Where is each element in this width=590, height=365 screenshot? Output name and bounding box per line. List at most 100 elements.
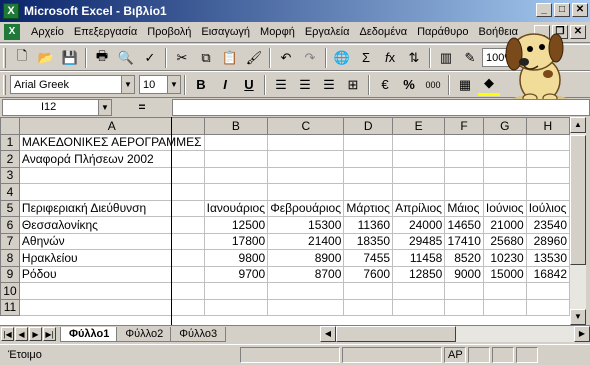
cell-a1[interactable]: ΜΑΚΕΔΟΝΙΚΕΣ ΑΕΡΟΓΡΑΜΜΕΣ [18, 133, 205, 151]
menu-format[interactable]: Μορφή [255, 26, 300, 38]
cell-d4[interactable] [343, 183, 394, 201]
align-left-icon[interactable]: ☰ [270, 74, 292, 96]
cell-g10[interactable] [482, 282, 527, 300]
next-sheet-icon[interactable]: ▶ [29, 327, 42, 341]
menu-data[interactable]: Δεδομένα [355, 26, 413, 38]
cell-d10[interactable] [343, 282, 394, 300]
cell-g8[interactable]: 10230 [482, 249, 527, 267]
scroll-down-icon[interactable]: ▼ [570, 309, 586, 325]
chevron-down-icon[interactable]: ▼ [167, 76, 180, 93]
cell-g4[interactable] [482, 183, 527, 201]
cell-e5[interactable]: Απρίλιος [392, 199, 446, 217]
column-header-c[interactable]: C [267, 117, 345, 135]
cell-e1[interactable] [392, 133, 446, 151]
column-header-h[interactable]: H [525, 117, 570, 135]
row-header[interactable]: 8 [0, 249, 20, 267]
italic-icon[interactable]: I [214, 74, 236, 96]
sort-ascending-icon[interactable]: ⇅ [403, 47, 425, 69]
cell-c4[interactable] [267, 183, 345, 201]
cell-c8[interactable]: 8900 [267, 249, 345, 267]
cell-f5[interactable]: Μάιος [444, 199, 484, 217]
new-icon[interactable]: 🗋 [11, 47, 33, 69]
cell-f7[interactable]: 17410 [444, 232, 484, 250]
row-header[interactable]: 9 [0, 265, 20, 283]
menu-view[interactable]: Προβολή [142, 26, 196, 38]
align-right-icon[interactable]: ☰ [318, 74, 340, 96]
menu-insert[interactable]: Εισαγωγή [196, 26, 255, 38]
cell-f3[interactable] [444, 166, 484, 184]
currency-icon[interactable]: € [374, 74, 396, 96]
cell-d9[interactable]: 7600 [343, 265, 394, 283]
cell-b7[interactable]: 17800 [203, 232, 269, 250]
cell-g9[interactable]: 15000 [482, 265, 527, 283]
cell-a7[interactable]: Αθηνών [18, 232, 205, 250]
tab-sheet2[interactable]: Φύλλο2 [116, 326, 173, 342]
tab-sheet3[interactable]: Φύλλο3 [170, 326, 227, 342]
column-header-g[interactable]: G [482, 117, 527, 135]
tab-sheet1[interactable]: Φύλλο1 [60, 326, 119, 342]
cell-f4[interactable] [444, 183, 484, 201]
freeze-pane-divider[interactable] [171, 117, 172, 325]
row-header[interactable]: 2 [0, 150, 20, 168]
row-header[interactable]: 6 [0, 216, 20, 234]
cell-e11[interactable] [392, 298, 446, 316]
cell-a5[interactable]: Περιφεριακή Διεύθυνση [18, 199, 205, 217]
scroll-left-icon[interactable]: ◀ [320, 326, 336, 342]
toolbar-grip[interactable] [3, 74, 6, 95]
cell-d2[interactable] [343, 150, 394, 168]
merge-center-icon[interactable]: ⊞ [342, 74, 364, 96]
font-name-select[interactable]: Arial Greek ▼ [10, 75, 135, 94]
cell-a10[interactable] [18, 282, 205, 300]
name-box[interactable]: I12 ▼ [2, 98, 112, 116]
percent-icon[interactable]: % [398, 74, 420, 96]
cell-a3[interactable] [18, 166, 205, 184]
cell-h1[interactable] [525, 133, 570, 151]
cell-d7[interactable]: 18350 [343, 232, 394, 250]
row-header[interactable]: 1 [0, 133, 20, 151]
cell-c5[interactable]: Φεβρουάριος [267, 199, 345, 217]
cell-b5[interactable]: Ιανουάριος [203, 199, 269, 217]
cell-c7[interactable]: 21400 [267, 232, 345, 250]
font-size-select[interactable]: 10 ▼ [139, 75, 181, 94]
cell-h7[interactable]: 28960 [525, 232, 570, 250]
cell-b11[interactable] [203, 298, 269, 316]
cell-d3[interactable] [343, 166, 394, 184]
formula-input[interactable] [172, 98, 590, 116]
cell-e4[interactable] [392, 183, 446, 201]
cell-d6[interactable]: 11360 [343, 216, 394, 234]
cell-h2[interactable] [525, 150, 570, 168]
excel-app-icon[interactable]: X [3, 3, 19, 19]
print-icon[interactable]: 🖶 [91, 47, 113, 69]
cell-h10[interactable] [525, 282, 570, 300]
hyperlink-icon[interactable]: 🌐 [331, 47, 353, 69]
cell-a2[interactable]: Αναφορά Πλήσεων 2002 [18, 150, 205, 168]
cell-f1[interactable] [444, 133, 484, 151]
cell-b10[interactable] [203, 282, 269, 300]
menu-window[interactable]: Παράθυρο [412, 26, 473, 38]
format-painter-icon[interactable]: 🖌 [243, 47, 265, 69]
cell-b6[interactable]: 12500 [203, 216, 269, 234]
cell-f6[interactable]: 14650 [444, 216, 484, 234]
cell-c3[interactable] [267, 166, 345, 184]
cell-h4[interactable] [525, 183, 570, 201]
chevron-down-icon[interactable]: ▼ [98, 99, 111, 115]
cell-e6[interactable]: 24000 [392, 216, 446, 234]
paste-icon[interactable]: 📋 [219, 47, 241, 69]
horizontal-scroll-thumb[interactable] [336, 326, 456, 342]
borders-icon[interactable]: ▦ [454, 74, 476, 96]
cell-d11[interactable] [343, 298, 394, 316]
cell-b9[interactable]: 9700 [203, 265, 269, 283]
cut-icon[interactable]: ✂ [171, 47, 193, 69]
cell-g1[interactable] [482, 133, 527, 151]
cell-h3[interactable] [525, 166, 570, 184]
cell-g11[interactable] [482, 298, 527, 316]
cell-e9[interactable]: 12850 [392, 265, 446, 283]
vertical-scroll-thumb[interactable] [570, 135, 586, 265]
cell-e2[interactable] [392, 150, 446, 168]
cell-c2[interactable] [267, 150, 345, 168]
scroll-up-icon[interactable]: ▲ [570, 117, 586, 133]
cell-f2[interactable] [444, 150, 484, 168]
cell-g2[interactable] [482, 150, 527, 168]
menu-edit[interactable]: Επεξεργασία [69, 26, 142, 38]
cell-e8[interactable]: 11458 [392, 249, 446, 267]
